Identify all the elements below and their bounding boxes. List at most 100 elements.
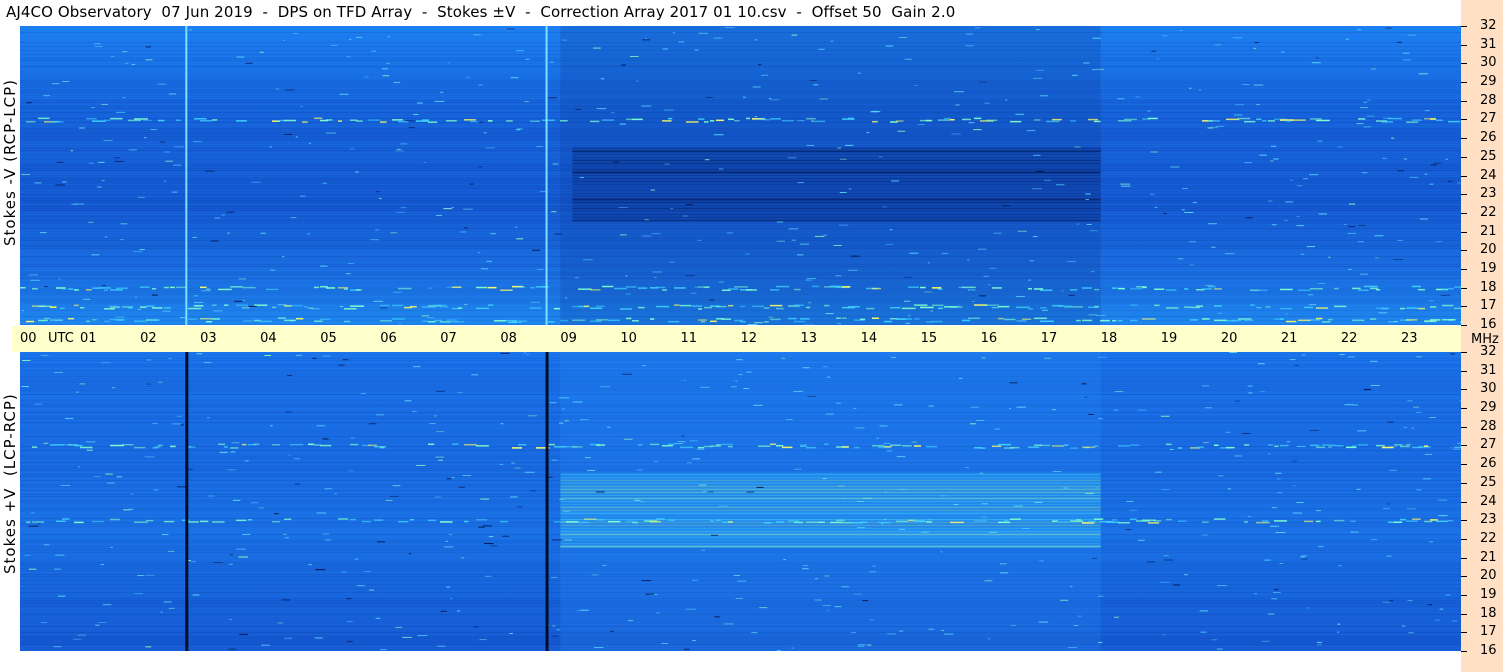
interference-band-segment <box>602 119 614 121</box>
noise-speckle <box>1096 315 1106 317</box>
noise-speckle <box>26 386 29 388</box>
noise-speckle <box>405 120 415 122</box>
noise-speckle <box>145 46 151 48</box>
noise-speckle <box>1163 212 1167 214</box>
noise-speckle <box>433 415 438 417</box>
noise-speckle <box>698 484 707 486</box>
interference-band-segment <box>1238 318 1252 320</box>
noise-speckle <box>143 119 152 121</box>
interference-band-segment <box>770 118 781 120</box>
interference-band-segment <box>1310 319 1321 321</box>
noise-speckle <box>1211 246 1216 248</box>
interference-band-segment <box>1082 319 1093 322</box>
interference-band-segment <box>1232 319 1242 322</box>
noise-speckle <box>1337 631 1340 633</box>
noise-speckle <box>791 239 796 241</box>
noise-speckle <box>59 307 65 309</box>
interference-band-segment <box>1112 287 1118 289</box>
noise-speckle <box>376 541 386 543</box>
noise-speckle <box>44 286 49 288</box>
noise-speckle <box>293 32 298 34</box>
noise-speckle <box>134 593 144 595</box>
noise-speckle <box>718 505 728 507</box>
noise-speckle <box>576 610 580 612</box>
noise-speckle <box>239 633 249 635</box>
utc-tick-label: 04 <box>260 331 277 346</box>
interference-band-segment <box>218 443 226 446</box>
noise-speckle <box>1296 225 1305 227</box>
interference-band-segment <box>1274 520 1288 522</box>
noise-speckle <box>349 38 352 40</box>
interference-band-segment <box>770 289 780 291</box>
top-freq-tick-label: 30 <box>1480 55 1497 71</box>
interference-band-segment <box>320 318 331 321</box>
top-freq-tick-label: 26 <box>1480 130 1497 146</box>
noise-speckle <box>851 632 857 634</box>
noise-speckle <box>408 127 415 129</box>
noise-speckle <box>1000 572 1009 574</box>
noise-speckle <box>1173 584 1180 586</box>
burst-region-band <box>572 150 1101 153</box>
noise-speckle <box>1301 558 1308 560</box>
noise-speckle <box>1051 409 1056 411</box>
interference-band-segment <box>1310 118 1322 120</box>
interference-band-segment <box>152 307 163 309</box>
noise-speckle <box>1369 360 1378 362</box>
interference-band-segment <box>824 304 830 307</box>
interference-band-segment <box>290 319 295 322</box>
noise-speckle <box>480 498 490 500</box>
noise-speckle <box>338 364 345 366</box>
noise-speckle <box>1116 98 1125 100</box>
noise-speckle <box>886 450 893 452</box>
interference-band-segment <box>998 521 1011 524</box>
stokes-minus-v-spectrogram <box>20 26 1461 325</box>
interference-band-segment <box>164 286 169 289</box>
interference-band-segment <box>362 520 371 523</box>
noise-speckle <box>1316 57 1319 59</box>
noise-speckle <box>1015 113 1025 115</box>
interference-band-segment <box>1406 319 1418 321</box>
noise-speckle <box>806 145 815 147</box>
noise-speckle <box>1161 489 1170 491</box>
interference-band-segment <box>200 119 213 122</box>
noise-speckle <box>507 321 517 323</box>
noise-speckle <box>594 647 604 649</box>
noise-speckle <box>1035 29 1040 31</box>
noise-speckle <box>524 101 529 103</box>
interference-band-segment <box>698 446 705 449</box>
interference-band-segment <box>764 522 772 524</box>
noise-speckle <box>804 324 814 325</box>
noise-speckle <box>622 373 632 375</box>
noise-speckle <box>176 415 183 417</box>
freq-tick-mark <box>1461 426 1467 428</box>
noise-speckle <box>128 149 137 151</box>
noise-speckle <box>1388 446 1398 448</box>
interference-band-segment <box>590 307 603 310</box>
interference-band-segment <box>1286 320 1297 323</box>
interference-band-segment <box>1448 120 1461 123</box>
interference-band-segment <box>620 308 633 310</box>
noise-speckle <box>844 144 854 146</box>
top-freq-tick-label: 16 <box>1480 317 1497 332</box>
interference-band-segment <box>926 119 932 122</box>
noise-speckle <box>1309 304 1317 306</box>
interference-band-segment <box>884 320 893 323</box>
noise-speckle <box>154 446 161 448</box>
noise-speckle <box>205 170 215 172</box>
noise-speckle <box>532 249 541 251</box>
noise-speckle <box>709 299 715 301</box>
noise-speckle <box>449 534 453 536</box>
utc-tick-label: 11 <box>680 331 697 346</box>
noise-speckle <box>264 355 272 357</box>
noise-speckle <box>530 490 537 492</box>
noise-speckle <box>636 469 643 471</box>
noise-speckle <box>60 485 71 487</box>
noise-speckle <box>192 594 200 596</box>
noise-speckle <box>258 507 265 509</box>
interference-band-segment <box>854 446 860 449</box>
noise-speckle <box>1301 354 1306 356</box>
interference-band-segment <box>44 317 50 320</box>
interference-band-segment <box>86 289 92 291</box>
interference-band-segment <box>1178 447 1183 449</box>
noise-speckle <box>685 608 696 610</box>
